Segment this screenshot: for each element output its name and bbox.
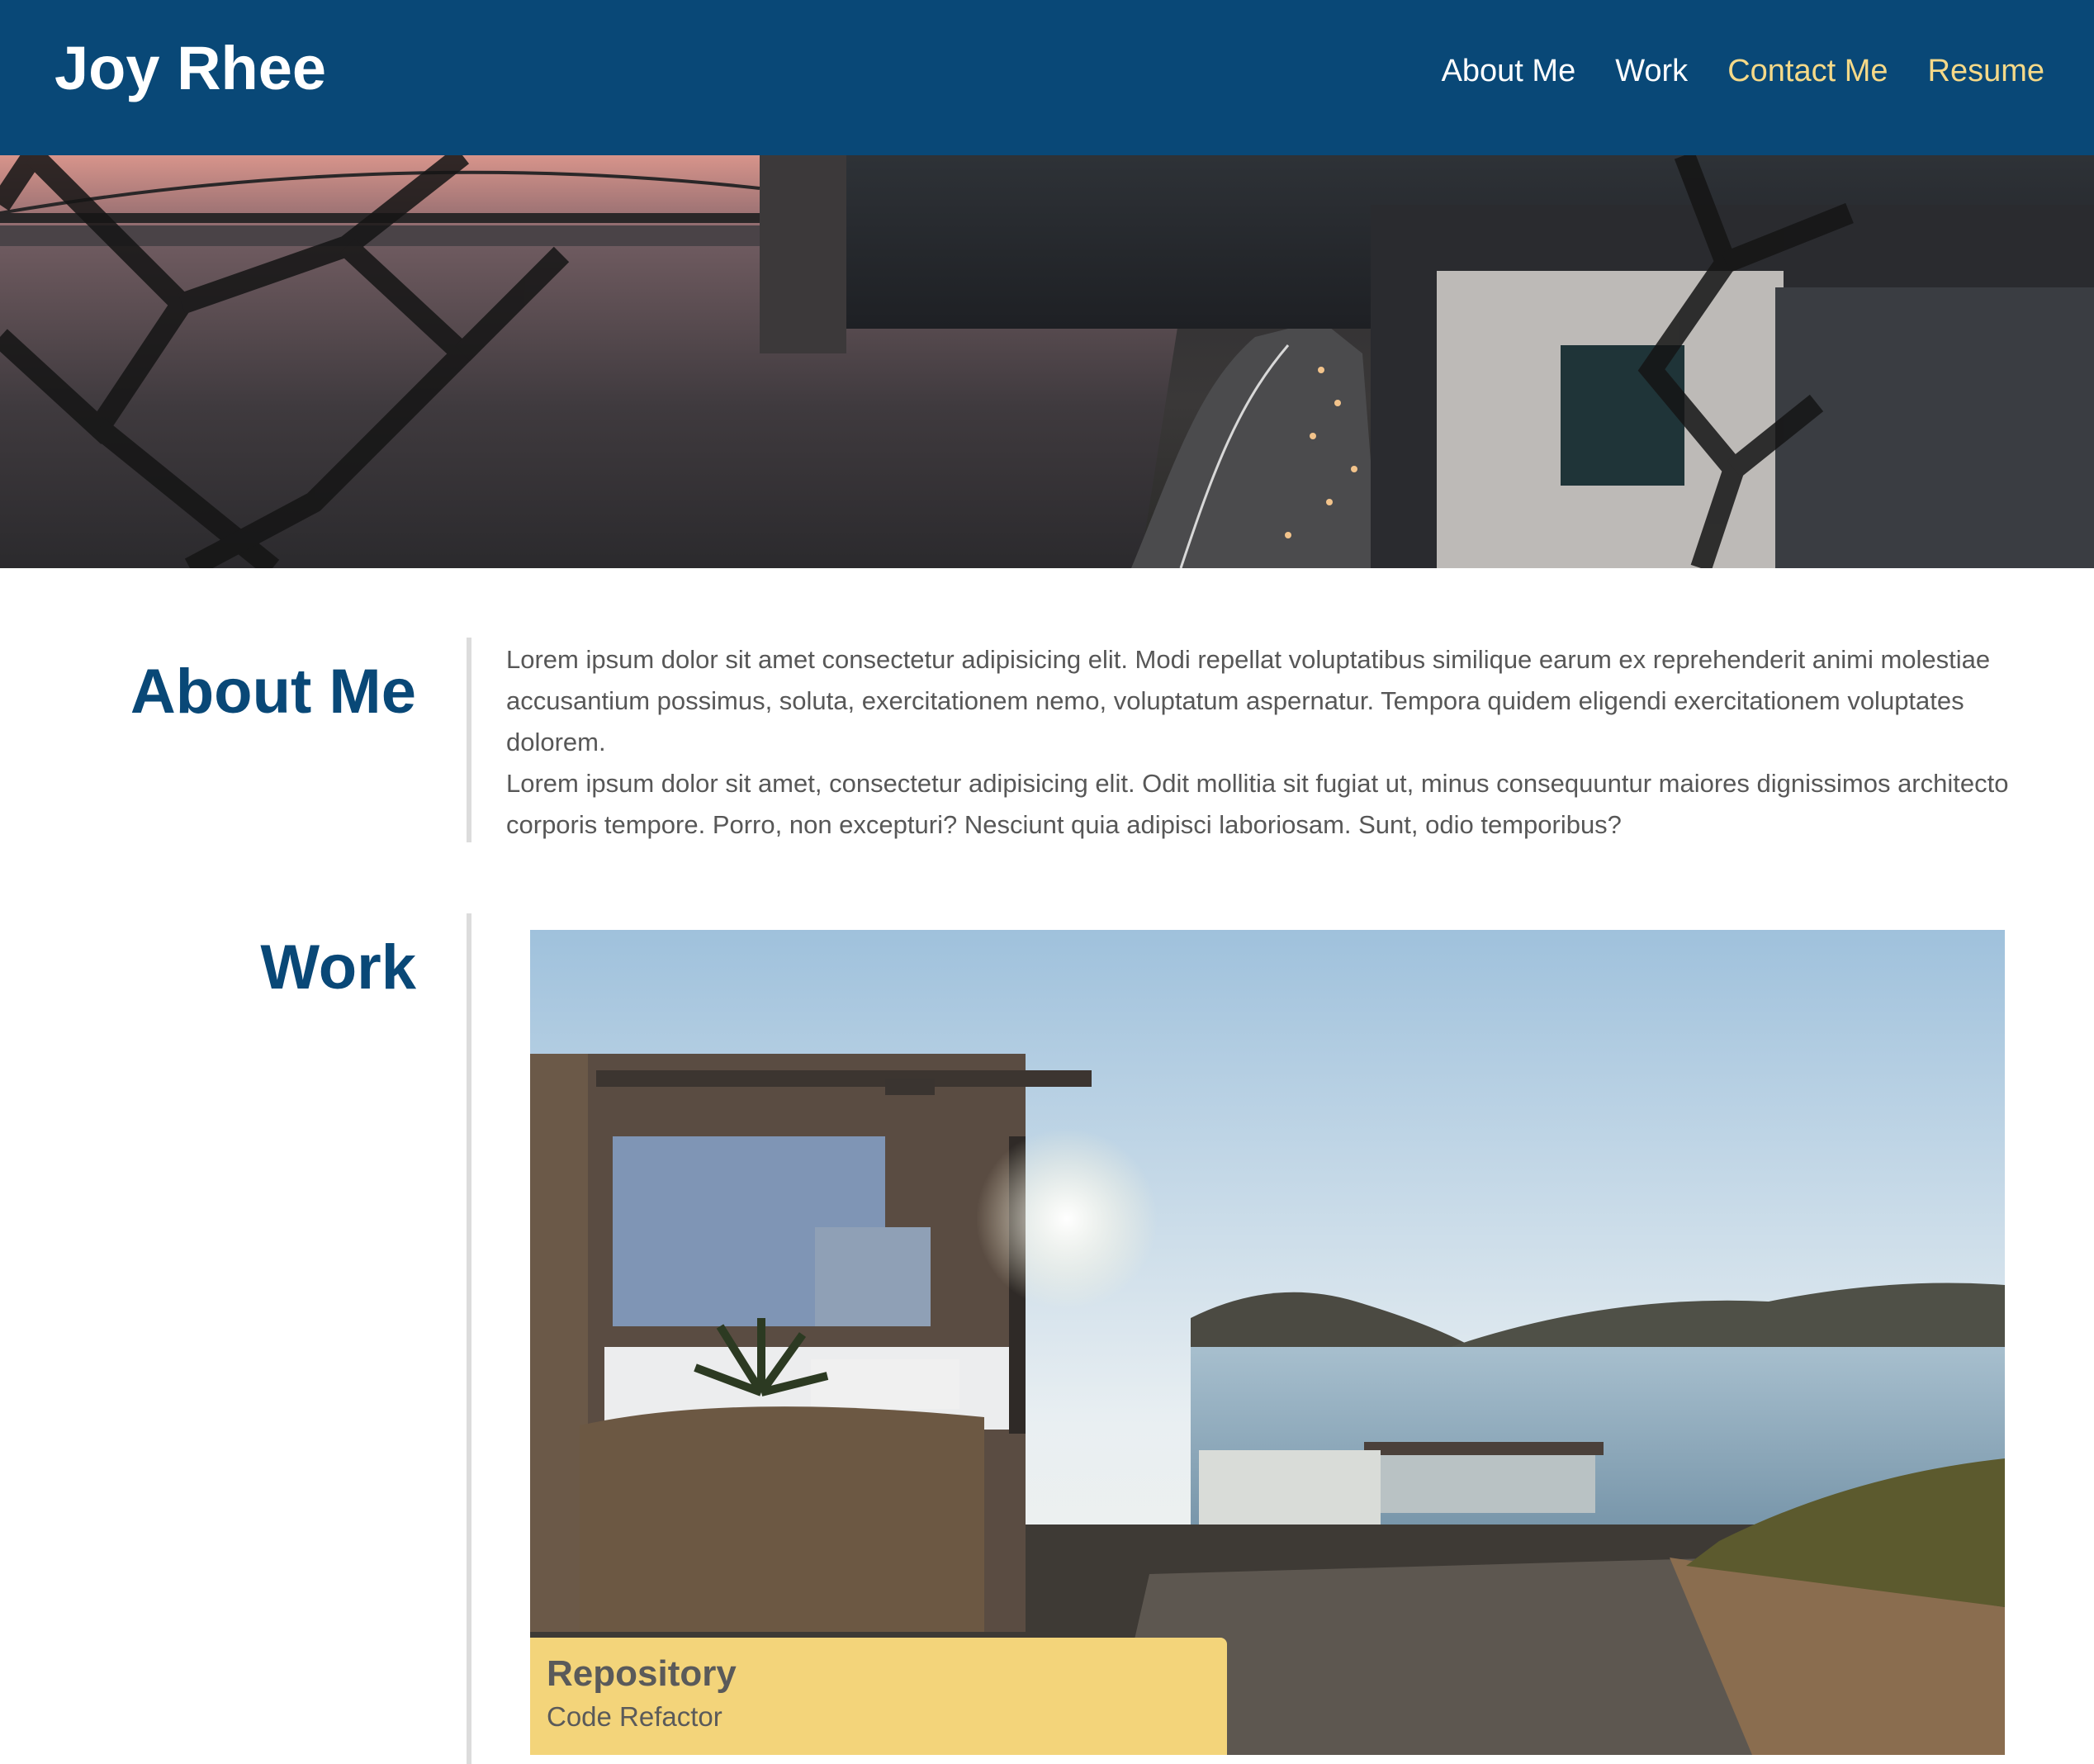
project-caption[interactable]: Repository Code Refactor xyxy=(530,1638,1227,1755)
project-title[interactable]: Repository xyxy=(547,1653,1210,1696)
hero-city-illustration xyxy=(0,155,2094,568)
nav-link-resume[interactable]: Resume xyxy=(1928,53,2045,91)
about-me-text: Lorem ipsum dolor sit amet consectetur a… xyxy=(506,639,2009,846)
main-nav: About Me Work Contact Me Resume xyxy=(1442,53,2044,91)
work-heading: Work xyxy=(260,932,416,1003)
site-header: Joy Rhee About Me Work Contact Me Resume xyxy=(0,0,2094,155)
site-title: Joy Rhee xyxy=(54,34,327,102)
about-me-divider xyxy=(467,638,471,842)
nav-link-contact-me[interactable]: Contact Me xyxy=(1727,53,1888,91)
nav-link-work[interactable]: Work xyxy=(1615,53,1688,91)
work-divider xyxy=(467,913,471,1764)
work-project-card[interactable]: Repository Code Refactor xyxy=(530,930,2005,1755)
hero-image xyxy=(0,155,2094,568)
project-subtitle: Code Refactor xyxy=(547,1700,722,1732)
nav-link-about-me[interactable]: About Me xyxy=(1442,53,1576,91)
about-me-paragraph: Lorem ipsum dolor sit amet consectetur a… xyxy=(506,645,1991,756)
project-image xyxy=(530,930,2005,1755)
about-me-heading: About Me xyxy=(130,657,416,727)
about-me-paragraph: Lorem ipsum dolor sit amet, consectetur … xyxy=(506,769,2009,839)
